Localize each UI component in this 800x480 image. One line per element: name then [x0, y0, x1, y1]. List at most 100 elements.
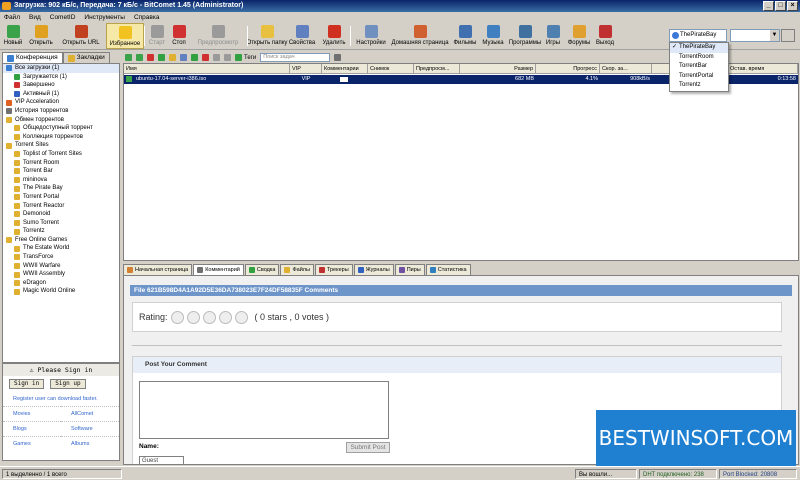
toolbar-button-exit[interactable]: Выход	[594, 23, 616, 49]
star-icon[interactable]	[202, 310, 216, 324]
down-icon[interactable]	[224, 54, 231, 61]
name-input[interactable]: Guest	[139, 456, 184, 464]
link-blogs[interactable]: Blogs	[3, 421, 61, 436]
column-snapshot[interactable]: Снимок	[368, 64, 414, 74]
tree-item[interactable]: Torrent Bar	[3, 167, 119, 176]
tree-item[interactable]: Torrent Reactor	[3, 202, 119, 211]
minimize-button[interactable]: _	[763, 1, 774, 11]
menu-help[interactable]: Справка	[134, 14, 160, 21]
dropdown-option[interactable]: TorrentPortal	[670, 72, 728, 82]
column-vip[interactable]: VIP	[290, 64, 322, 74]
star-icon[interactable]	[186, 310, 200, 324]
register-link[interactable]: Register user can download faster.	[3, 392, 119, 406]
task-search-input[interactable]: Поиск задач	[260, 53, 331, 62]
tab-detail-3[interactable]: Файлы	[280, 264, 314, 275]
column-comments[interactable]: Комментарии	[322, 64, 368, 74]
tree-item[interactable]: Torrent Sites	[3, 141, 119, 150]
tree-item[interactable]: Demonoid	[3, 210, 119, 219]
toolbar-button-stop[interactable]: Стоп	[170, 23, 188, 49]
tab-detail-1[interactable]: Комментарий	[193, 264, 244, 275]
checkmark-icon[interactable]	[158, 54, 165, 61]
toolbar-button-start[interactable]: Старт	[147, 23, 167, 49]
tree-item[interactable]: Активный (1)	[3, 90, 119, 99]
folder-icon[interactable]	[169, 54, 176, 61]
menu-file[interactable]: Файл	[4, 14, 20, 21]
tree-item[interactable]: Torrent Room	[3, 159, 119, 168]
tree-item[interactable]: Завершено	[3, 81, 119, 90]
link-albums[interactable]: Albums	[61, 436, 119, 451]
tree-item[interactable]: Коллекция торрентов	[3, 133, 119, 142]
toolbar-button-properties[interactable]: Свойства	[286, 23, 318, 49]
tab-detail-5[interactable]: Журналы	[353, 264, 394, 275]
chevron-down-icon[interactable]: ▼	[770, 30, 779, 41]
column-preview[interactable]: Предпросм...	[414, 64, 460, 74]
up-icon[interactable]	[213, 54, 220, 61]
star-icon[interactable]	[218, 310, 232, 324]
menu-cometid[interactable]: CometID	[50, 14, 76, 21]
toolbar-button-delete[interactable]: Удалить	[320, 23, 348, 49]
tree-item[interactable]: Torrent Portal	[3, 193, 119, 202]
tree-item[interactable]: mininova	[3, 176, 119, 185]
column-speed[interactable]: Скор. за...	[600, 64, 652, 74]
tree-item[interactable]: Все загрузки (1)	[3, 64, 119, 73]
sign-in-button[interactable]: Sign in	[9, 379, 45, 389]
tab-detail-7[interactable]: Статистика	[425, 264, 471, 275]
tree-item[interactable]: Обмен торрентов	[3, 116, 119, 125]
toolbar-button-games[interactable]: Игры	[543, 23, 563, 49]
tab-detail-0[interactable]: Начальная страница	[123, 264, 193, 275]
toolbar-button-settings[interactable]: Настройки	[354, 23, 388, 49]
column-size[interactable]: Размер	[460, 64, 536, 74]
tree-item[interactable]: Free Online Games	[3, 236, 119, 245]
search-go-button[interactable]	[781, 29, 795, 42]
tree-item[interactable]: WWII Assembly	[3, 270, 119, 279]
tree-item[interactable]: VIP Acceleration	[3, 98, 119, 107]
tree-item[interactable]: The Estate World	[3, 244, 119, 253]
menu-tools[interactable]: Инструменты	[84, 14, 125, 21]
toolbar-button-home[interactable]: Домашняя страница	[390, 23, 450, 49]
link-software[interactable]: Software	[61, 421, 119, 436]
submit-post-button[interactable]: Submit Post	[346, 442, 390, 453]
start-task-icon[interactable]	[136, 54, 143, 61]
toolbar-button-music[interactable]: Музыка	[480, 23, 506, 49]
close-button[interactable]: ×	[787, 1, 798, 11]
toolbar-button-forums[interactable]: Форумы	[566, 23, 592, 49]
comment-textarea[interactable]	[139, 381, 389, 439]
tree-item[interactable]: Общедоступный торрент	[3, 124, 119, 133]
tags-button[interactable]: Теги	[235, 54, 256, 61]
toolbar-button-movies[interactable]: Фильмы	[452, 23, 478, 49]
tab-detail-2[interactable]: Сводка	[244, 264, 280, 275]
toolbar-button-programs[interactable]: Программы	[508, 23, 542, 49]
check-icon[interactable]	[147, 54, 154, 61]
move-icon[interactable]	[180, 54, 187, 61]
toolbar-button-folder[interactable]: Открыть папку	[247, 23, 287, 49]
tree-item[interactable]: История торрентов	[3, 107, 119, 116]
tree-item[interactable]: Sumo Torrent	[3, 219, 119, 228]
tree-item[interactable]: Torrentz	[3, 227, 119, 236]
tab-detail-6[interactable]: Пиры	[394, 264, 425, 275]
new-task-icon[interactable]	[125, 54, 132, 61]
dropdown-option[interactable]: ThePirateBay	[670, 43, 728, 53]
column-name[interactable]: Имя	[124, 64, 290, 74]
tree-item[interactable]: The Pirate Bay	[3, 184, 119, 193]
tree-item[interactable]: Загружается (1)	[3, 73, 119, 82]
menu-view[interactable]: Вид	[29, 14, 41, 21]
delete-task-icon[interactable]	[202, 54, 209, 61]
dropdown-option[interactable]: Torrentz	[670, 81, 728, 91]
toolbar-button-open[interactable]: Открыть	[26, 23, 56, 49]
search-input[interactable]: ▼	[730, 29, 780, 42]
search-icon[interactable]	[334, 54, 342, 61]
tree-item[interactable]: TransForce	[3, 253, 119, 262]
column-progress[interactable]: Прогресс	[536, 64, 600, 74]
column-remaining[interactable]: Остав. время	[728, 64, 798, 74]
tree-item[interactable]: eDragon	[3, 279, 119, 288]
tree-item[interactable]: WWII Warfare	[3, 262, 119, 271]
star-icon[interactable]	[234, 310, 248, 324]
star-icon[interactable]	[170, 310, 184, 324]
tab-conference[interactable]: Конференция	[2, 52, 63, 63]
toolbar-button-star[interactable]: Избранное	[106, 23, 144, 49]
toolbar-button-new[interactable]: Новый	[2, 23, 24, 49]
refresh-icon[interactable]	[191, 54, 198, 61]
sign-up-button[interactable]: Sign up	[50, 379, 86, 389]
search-engine-select[interactable]: ThePirateBay	[669, 29, 727, 42]
tab-detail-4[interactable]: Трекеры	[314, 264, 353, 275]
